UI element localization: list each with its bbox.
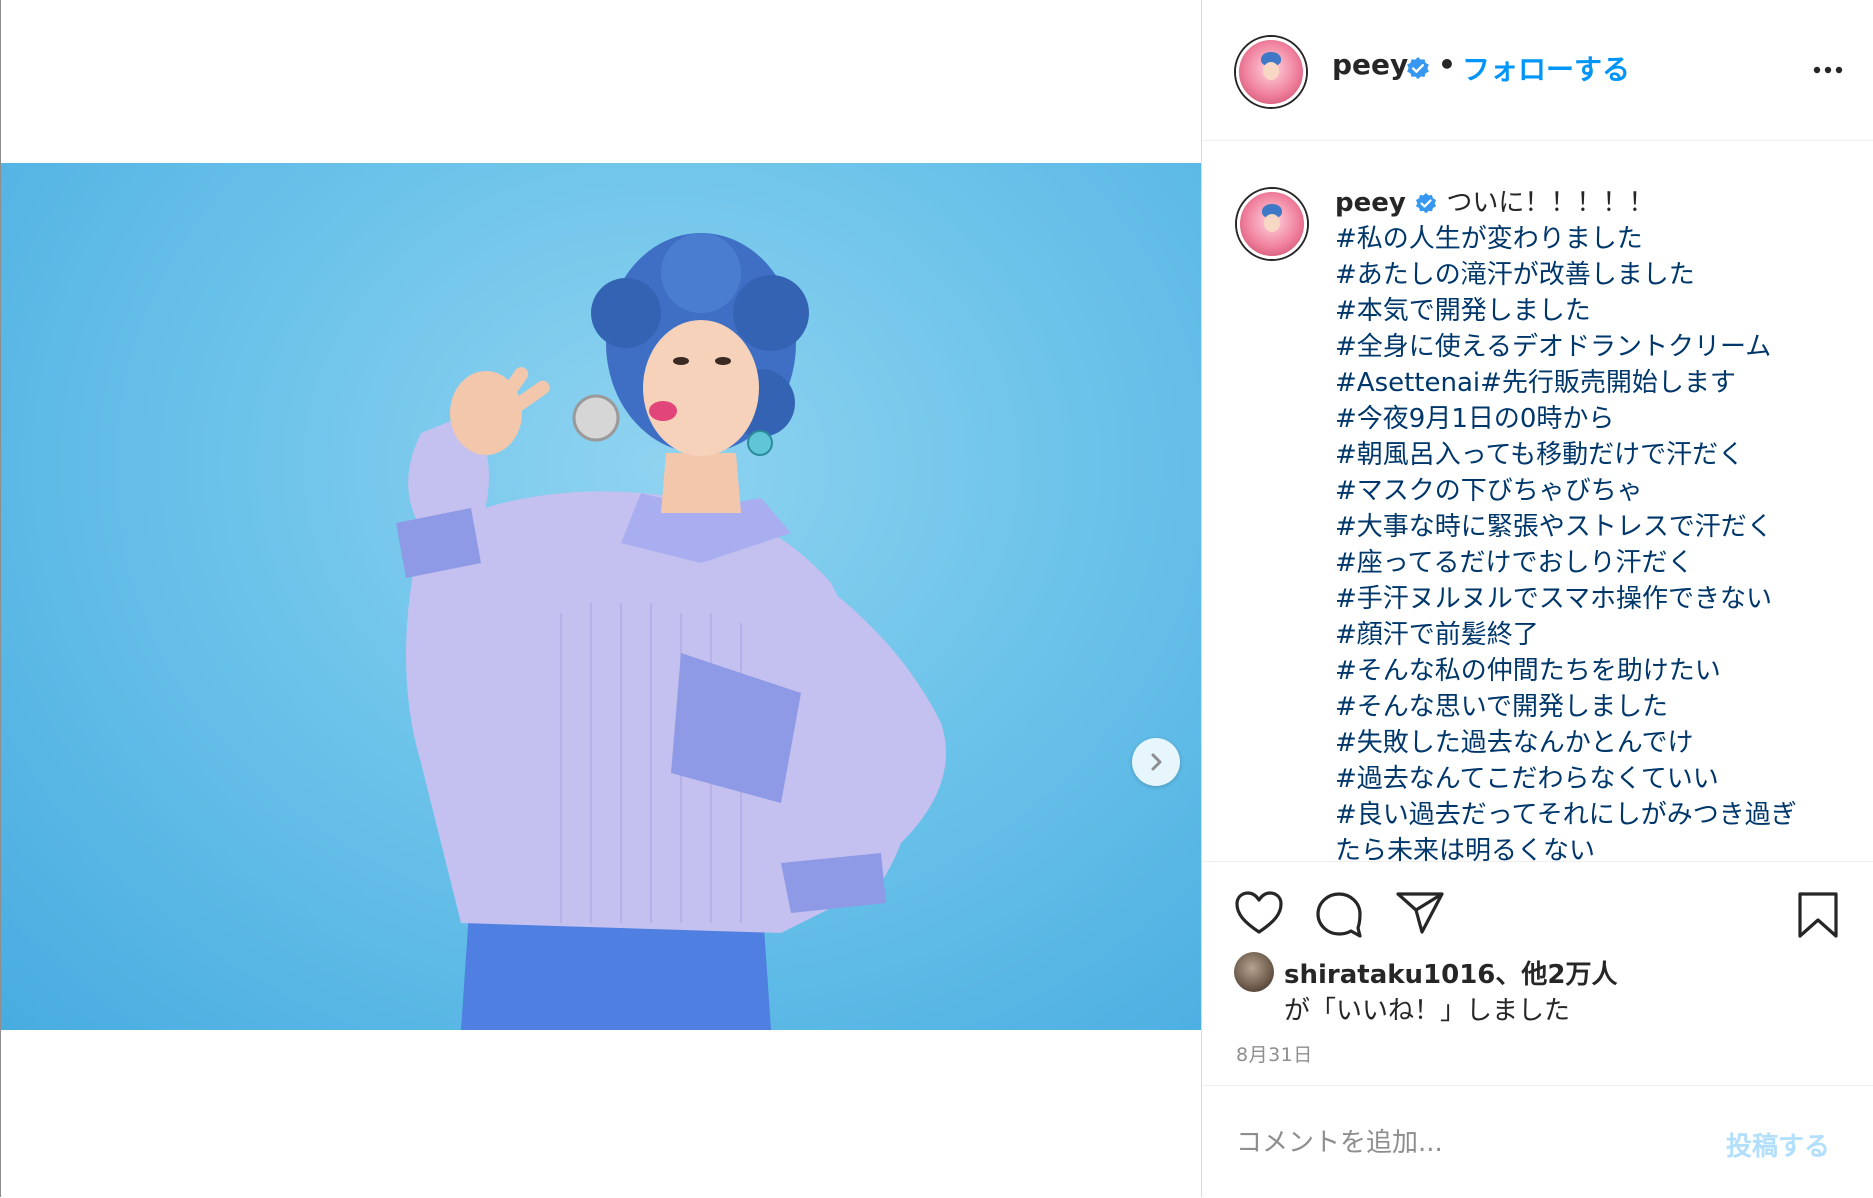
verified-badge-icon xyxy=(1407,57,1429,80)
hashtag-link[interactable]: #本気で開発しました xyxy=(1335,293,1855,329)
heart-icon[interactable] xyxy=(1234,890,1284,936)
caption-text: peey ついに！！！！！ #私の人生が変わりました #あたしの滝汗が改善しまし… xyxy=(1335,185,1855,861)
likes-suffix: が「いいね！」しました xyxy=(1284,996,1571,1026)
hashtag-link[interactable]: #そんな思いで開発しました xyxy=(1335,689,1855,725)
chevron-right-icon xyxy=(1151,753,1162,771)
post-comment-button[interactable]: 投稿する xyxy=(1726,1126,1830,1163)
post-header: peey • フォローする xyxy=(1202,0,1873,141)
liker-avatar[interactable] xyxy=(1234,952,1274,992)
hashtag-link[interactable]: #マスクの下びちゃびちゃ xyxy=(1335,473,1855,509)
hashtag-link[interactable]: #今夜9月1日の0時から xyxy=(1335,401,1855,437)
hashtag-link[interactable]: #座ってるだけでおしり汗だく xyxy=(1335,545,1855,581)
more-options-icon[interactable] xyxy=(1808,52,1848,88)
hashtag-link[interactable]: #良い過去だってそれにしがみつき過ぎ xyxy=(1335,797,1855,833)
hashtag-link[interactable]: #手汗ヌルヌルでスマホ操作できない xyxy=(1335,581,1855,617)
caption-first-line: peey ついに！！！！！ xyxy=(1335,185,1855,221)
avatar-face xyxy=(1263,62,1279,80)
post-media-area xyxy=(1,0,1201,1197)
verified-badge-icon xyxy=(1416,192,1437,213)
next-photo-button[interactable] xyxy=(1132,738,1180,786)
photo-illustration xyxy=(396,233,946,1030)
hashtag-link[interactable]: #顔汗で前髪終了 xyxy=(1335,617,1855,653)
caption-area: peey ついに！！！！！ #私の人生が変わりました #あたしの滝汗が改善しまし… xyxy=(1202,141,1873,862)
hashtag-link[interactable]: #全身に使えるデオドラントクリーム xyxy=(1335,329,1855,365)
post-photo[interactable] xyxy=(1,163,1201,1030)
hashtag-link[interactable]: #そんな私の仲間たちを助けたい xyxy=(1335,653,1855,689)
comment-icon[interactable] xyxy=(1314,890,1364,938)
post-side-panel: peey • フォローする peey ついに！！！！！ #私の人生が変わりました… xyxy=(1201,0,1873,1197)
hashtag-link[interactable]: #過去なんてこだわらなくていい xyxy=(1335,761,1855,797)
action-bar xyxy=(1202,862,1873,962)
caption-username[interactable]: peey xyxy=(1335,188,1406,218)
comment-bar: 投稿する xyxy=(1202,1085,1873,1198)
post-date[interactable]: 8月31日 xyxy=(1236,1040,1313,1067)
hashtag-link[interactable]: #私の人生が変わりました xyxy=(1335,221,1855,257)
hashtag-link[interactable]: #大事な時に緊張やストレスで汗だく xyxy=(1335,509,1855,545)
comment-input[interactable] xyxy=(1234,1122,1718,1164)
hashtag-link[interactable]: #朝風呂入っても移動だけで汗だく xyxy=(1335,437,1855,473)
bookmark-icon[interactable] xyxy=(1796,890,1840,940)
likes-count[interactable]: shirataku1016、他2万人 xyxy=(1284,954,1618,991)
hashtag-link[interactable]: #失敗した過去なんかとんでけ xyxy=(1335,725,1855,761)
user-avatar[interactable] xyxy=(1236,37,1306,107)
paper-plane-icon[interactable] xyxy=(1394,890,1446,936)
header-username[interactable]: peey xyxy=(1332,48,1408,81)
follow-button[interactable]: フォローする xyxy=(1462,48,1630,88)
caption-first-text: ついに！！！！！ xyxy=(1446,188,1655,218)
hashtag-link[interactable]: #あたしの滝汗が改善しました xyxy=(1335,257,1855,293)
avatar-face xyxy=(1264,214,1280,232)
hashtag-link[interactable]: #Asettenai#先行販売開始します xyxy=(1335,365,1855,401)
header-separator: • xyxy=(1438,48,1456,81)
caption-avatar[interactable] xyxy=(1237,189,1307,259)
hashtag-link[interactable]: たら未来は明るくない xyxy=(1335,833,1855,861)
